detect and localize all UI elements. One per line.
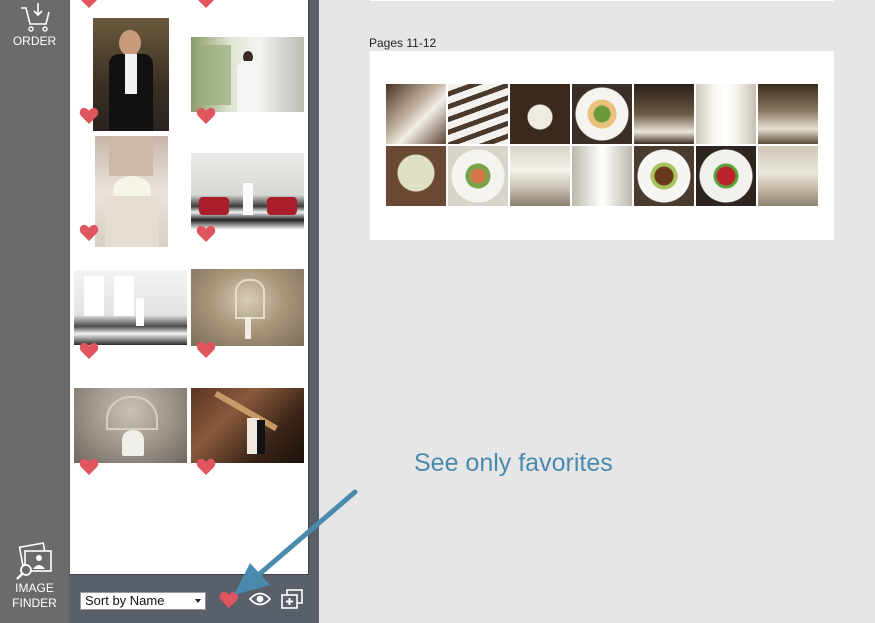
- collage-tile-card-holder[interactable]: [510, 84, 570, 144]
- sort-dropdown[interactable]: Sort by Name: [80, 592, 206, 610]
- favorite-heart-icon[interactable]: [196, 225, 216, 243]
- collage-tile-place-cards[interactable]: [448, 84, 508, 144]
- order-button[interactable]: ORDER: [0, 2, 69, 49]
- image-finder-label-1: IMAGE: [15, 581, 54, 595]
- collage-tile-salad-plate[interactable]: [448, 146, 508, 206]
- collage-tile-wedding-cake[interactable]: [696, 84, 756, 144]
- photo-collage: [386, 84, 819, 207]
- favorite-heart-icon[interactable]: [196, 107, 216, 125]
- thumbnail-bouquet[interactable]: [95, 136, 168, 247]
- order-label: ORDER: [12, 34, 57, 48]
- favorite-heart-icon[interactable]: [79, 224, 99, 242]
- callout-arrow: [234, 489, 358, 595]
- image-finder-button[interactable]: IMAGE FINDER: [0, 541, 69, 611]
- favorite-heart-icon[interactable]: [79, 0, 99, 9]
- thumbnail-groom[interactable]: [93, 18, 169, 131]
- chevron-down-icon: [195, 599, 201, 603]
- collage-tile-steak-plate[interactable]: [634, 146, 694, 206]
- sort-dropdown-value: Sort by Name: [85, 593, 165, 608]
- thumbnail-hall-dance[interactable]: [74, 388, 187, 463]
- page-label: Pages 11-12: [369, 36, 437, 50]
- previous-spread-edge: [370, 0, 834, 1]
- collage-tile-plated-salad[interactable]: [572, 84, 632, 144]
- favorite-heart-icon[interactable]: [79, 458, 99, 476]
- collage-tile-dessert-plate[interactable]: [696, 146, 756, 206]
- thumbnail-chapel[interactable]: [191, 269, 304, 346]
- collage-tile-reception-hall[interactable]: [758, 84, 818, 144]
- collage-tile-table-setting[interactable]: [510, 146, 570, 206]
- collage-tile-tall-cake[interactable]: [572, 146, 632, 206]
- callout-text: See only favorites: [414, 449, 613, 477]
- collage-tile-bride-veil[interactable]: [386, 84, 446, 144]
- favorite-heart-icon[interactable]: [79, 107, 99, 125]
- favorite-heart-icon[interactable]: [196, 0, 216, 9]
- image-finder-label-2: FINDER: [12, 596, 57, 610]
- image-finder-icon: [15, 542, 52, 580]
- thumbnail-windows-hall[interactable]: [74, 270, 187, 345]
- cart-icon: [20, 3, 50, 32]
- thumbnail-red-chairs[interactable]: [191, 153, 304, 229]
- collage-tile-banquet-room[interactable]: [758, 146, 818, 206]
- favorite-heart-icon[interactable]: [196, 341, 216, 359]
- collage-tile-branch-centerpiece[interactable]: [634, 84, 694, 144]
- thumbnail-bride-window[interactable]: [191, 37, 304, 112]
- tool-rail: ORDER IMAGE FINDER: [0, 0, 69, 623]
- album-spread[interactable]: [370, 51, 834, 240]
- favorite-heart-icon[interactable]: [196, 458, 216, 476]
- collage-tile-flower-arrangement[interactable]: [386, 146, 446, 206]
- thumbnail-staircase[interactable]: [191, 388, 304, 463]
- favorite-heart-icon[interactable]: [79, 342, 99, 360]
